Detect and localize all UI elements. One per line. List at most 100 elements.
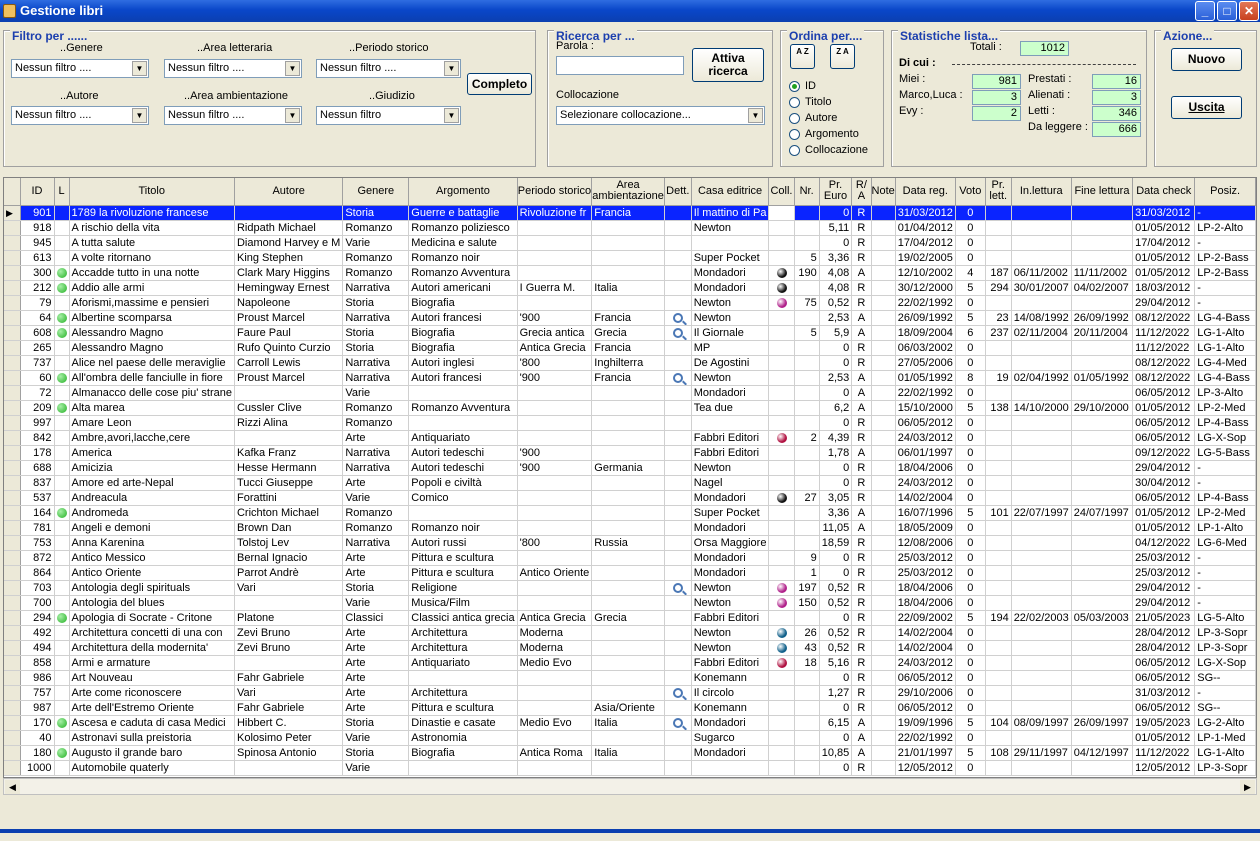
magnifier-icon[interactable] [672,372,683,383]
table-cell[interactable]: SG-- [1194,670,1256,686]
table-cell[interactable] [691,415,770,431]
table-cell[interactable]: Italia [591,280,665,296]
table-cell[interactable] [1011,700,1072,716]
table-cell[interactable]: 0 [955,295,986,311]
table-cell[interactable]: A [851,310,872,326]
collection-cell[interactable] [768,430,795,446]
table-cell[interactable] [1011,685,1072,701]
table-cell[interactable]: R [851,475,872,491]
table-cell[interactable] [871,250,896,266]
table-cell[interactable]: 0,52 [819,295,853,311]
table-cell[interactable]: 31/03/2012 [895,205,956,221]
table-cell[interactable]: Tucci Giuseppe [234,475,344,491]
table-cell[interactable]: '900 [517,460,593,476]
column-header[interactable]: Posiz. [1194,178,1256,206]
table-cell[interactable]: 918 [20,220,55,236]
table-cell[interactable] [1071,220,1134,236]
table-cell[interactable]: R [851,220,872,236]
table-cell[interactable]: Medio Evo [517,655,593,671]
column-header[interactable]: L [54,178,70,206]
table-cell[interactable]: Francia [591,205,665,221]
table-cell[interactable] [408,505,518,521]
table-cell[interactable]: LP-2-Med [1194,400,1256,416]
chevron-down-icon[interactable]: ▼ [132,108,147,123]
table-cell[interactable]: Storia [342,325,410,341]
table-cell[interactable]: 0 [955,535,986,551]
row-selector[interactable] [4,295,21,311]
table-cell[interactable] [591,595,665,611]
table-cell[interactable]: Mondadori [691,715,770,731]
row-selector[interactable] [4,400,21,416]
table-cell[interactable]: 0,52 [819,580,853,596]
table-cell[interactable]: Romanzo noir [408,250,518,266]
details-cell[interactable] [664,490,692,506]
row-selector[interactable] [4,445,21,461]
table-cell[interactable] [517,295,593,311]
table-cell[interactable]: A [851,730,872,746]
table-cell[interactable]: 9 [794,550,820,566]
details-cell[interactable] [664,640,692,656]
table-cell[interactable] [1011,655,1072,671]
table-cell[interactable]: Storia [342,745,410,761]
table-cell[interactable]: Cussler Clive [234,400,344,416]
table-cell[interactable]: Newton [691,310,770,326]
table-cell[interactable]: 138 [985,400,1012,416]
table-cell[interactable] [985,220,1012,236]
table-cell[interactable] [1071,625,1134,641]
table-cell[interactable] [1071,700,1134,716]
table-cell[interactable]: 12/05/2012 [895,760,956,776]
table-cell[interactable] [794,685,820,701]
details-cell[interactable] [664,550,692,566]
table-row[interactable]: 170 Ascesa e caduta di casa Medici Hibbert… [4,715,1256,731]
chevron-down-icon[interactable]: ▼ [285,108,300,123]
table-cell[interactable] [1071,475,1134,491]
table-cell[interactable]: Newton [691,595,770,611]
read-status-cell[interactable] [54,730,70,746]
table-cell[interactable]: 858 [20,655,55,671]
table-cell[interactable]: 06/03/2002 [895,340,956,356]
table-cell[interactable] [1011,235,1072,251]
table-cell[interactable] [871,700,896,716]
table-cell[interactable]: 22/02/1992 [895,730,956,746]
table-cell[interactable] [517,490,593,506]
table-cell[interactable]: 19/05/2023 [1132,715,1196,731]
table-cell[interactable]: 986 [20,670,55,686]
table-cell[interactable]: 26/09/1992 [1071,310,1134,326]
table-cell[interactable] [985,535,1012,551]
collection-cell[interactable] [768,670,795,686]
table-cell[interactable]: A tutta salute [69,235,235,251]
read-status-cell[interactable] [54,550,70,566]
table-cell[interactable] [985,430,1012,446]
table-cell[interactable]: Biografia [408,295,518,311]
table-cell[interactable]: Italia [591,715,665,731]
table-cell[interactable]: - [1194,460,1256,476]
table-cell[interactable] [794,340,820,356]
table-cell[interactable] [517,730,593,746]
table-cell[interactable]: 11,05 [819,520,853,536]
table-cell[interactable]: Pittura e scultura [408,550,518,566]
table-cell[interactable]: Autori americani [408,280,518,296]
details-cell[interactable] [664,580,692,596]
table-cell[interactable]: Grecia antica [517,325,593,341]
collection-cell[interactable] [768,745,795,761]
table-cell[interactable]: SG-- [1194,700,1256,716]
table-cell[interactable]: 170 [20,715,55,731]
table-cell[interactable]: R [851,535,872,551]
table-cell[interactable]: Mondadori [691,265,770,281]
table-cell[interactable]: 492 [20,625,55,641]
table-cell[interactable]: '900 [517,370,593,386]
table-cell[interactable]: 0 [955,550,986,566]
table-cell[interactable]: 613 [20,250,55,266]
table-cell[interactable] [871,745,896,761]
collection-cell[interactable] [768,655,795,671]
table-cell[interactable]: Varie [342,760,410,776]
table-cell[interactable] [234,595,344,611]
collection-cell[interactable] [768,460,795,476]
table-cell[interactable]: 01/05/2012 [1132,220,1196,236]
read-status-cell[interactable] [54,595,70,611]
table-cell[interactable] [1071,355,1134,371]
table-cell[interactable]: Mondadori [691,550,770,566]
details-cell[interactable] [664,265,692,281]
table-cell[interactable]: 06/05/2012 [1132,415,1196,431]
order-option-id[interactable]: ID [805,80,816,92]
